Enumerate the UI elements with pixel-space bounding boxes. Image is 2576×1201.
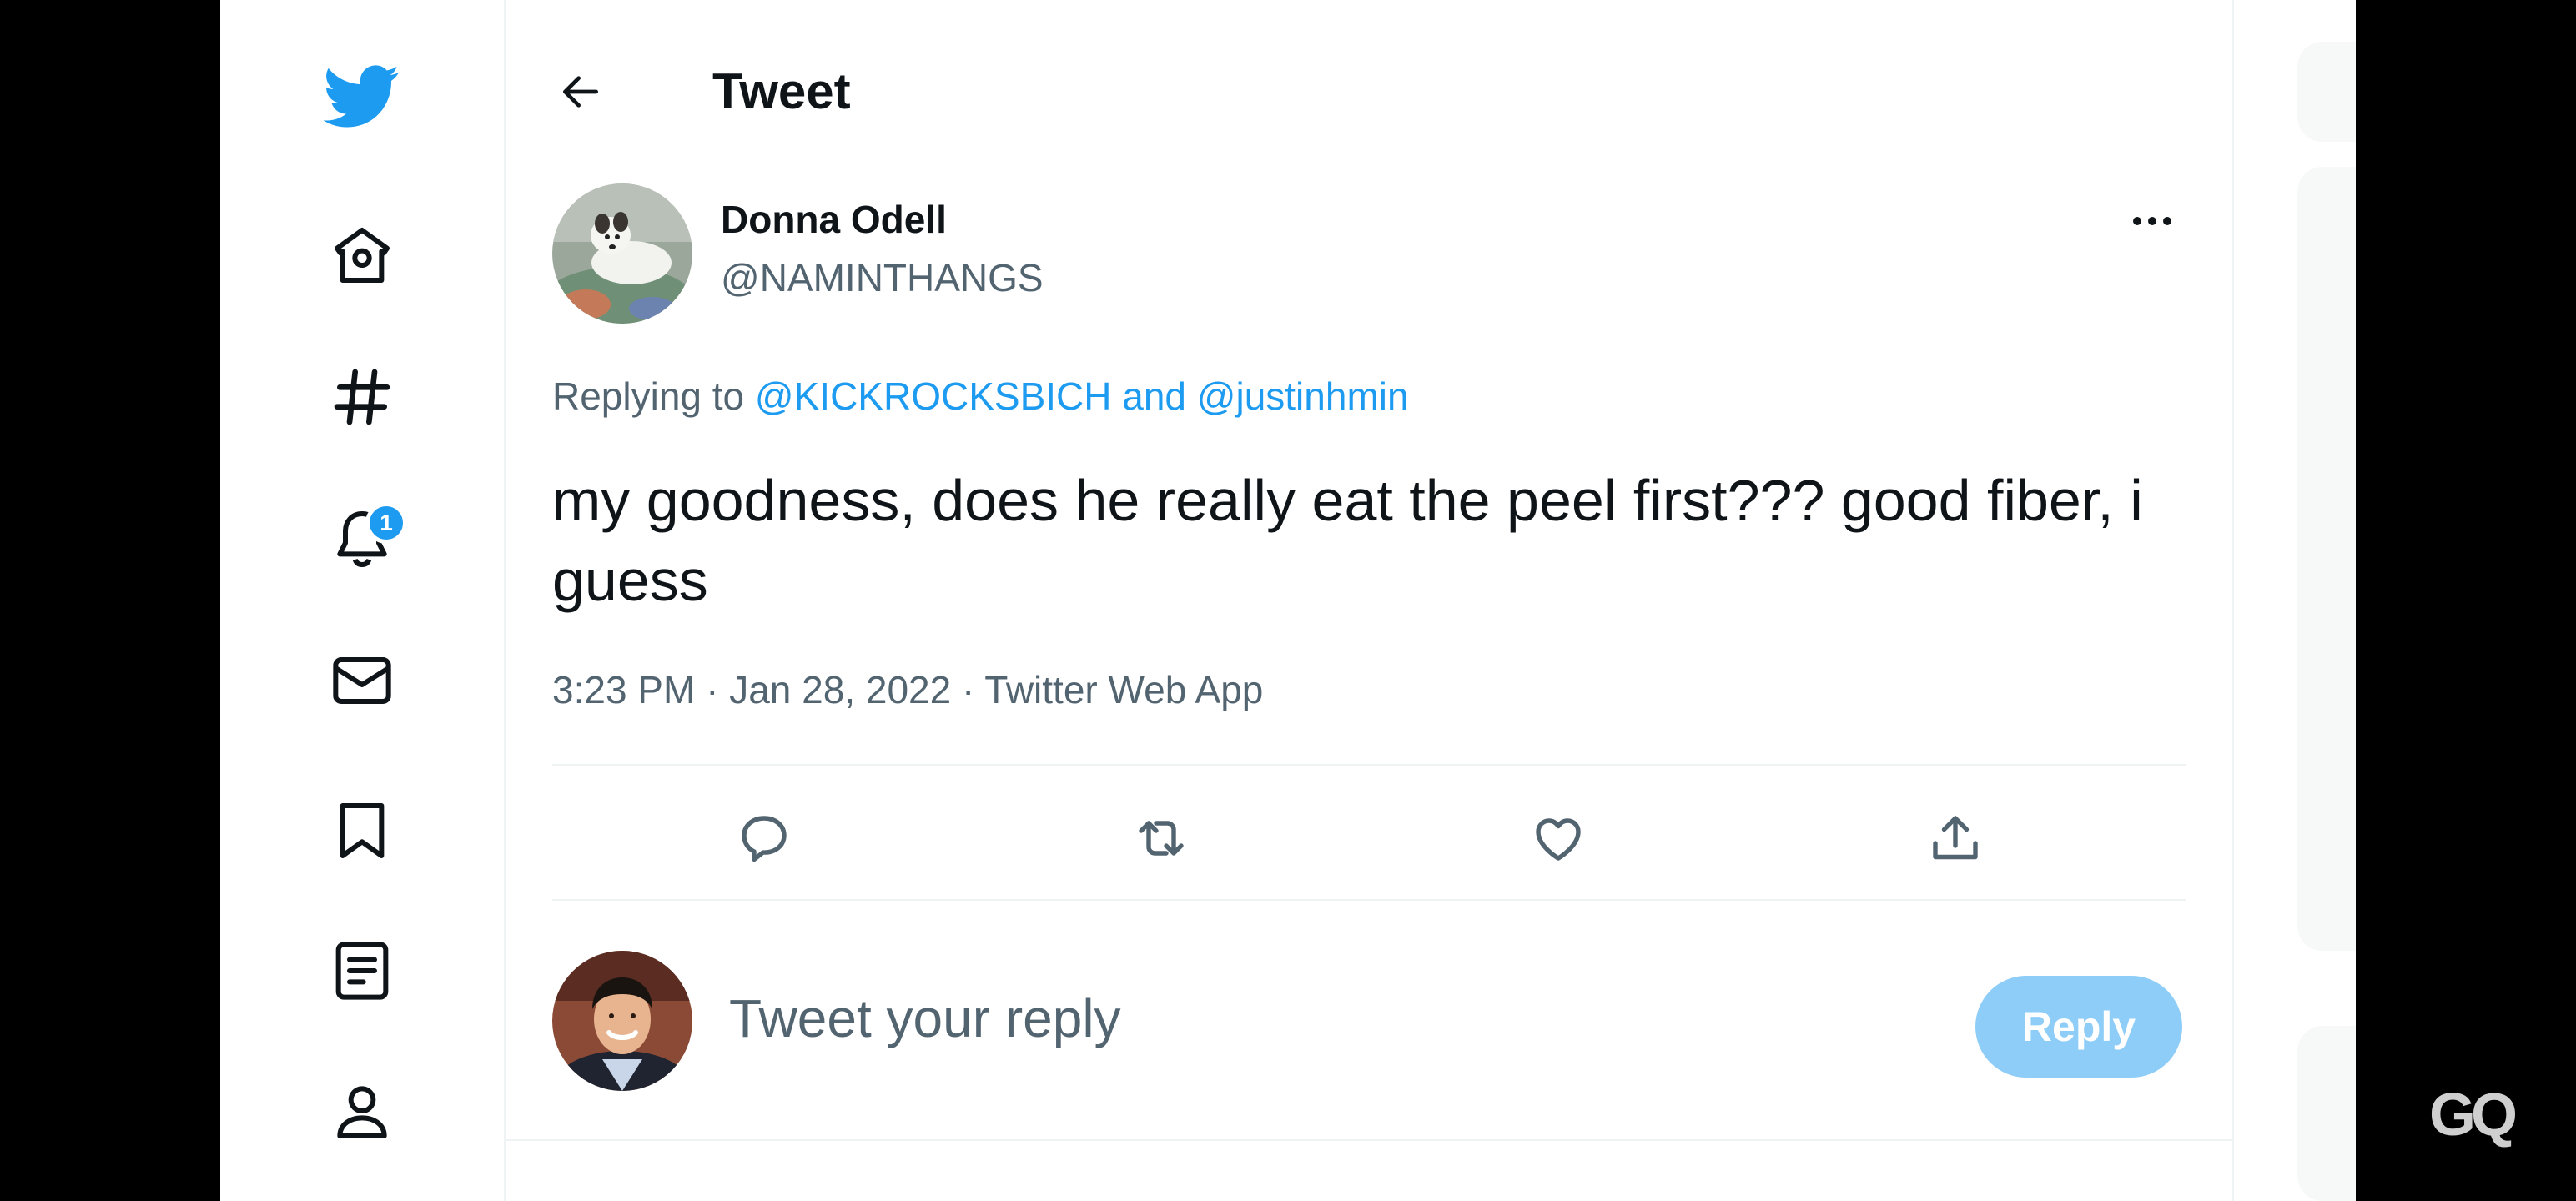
reply-button[interactable]: Reply <box>1975 976 2182 1078</box>
notification-badge: 1 <box>365 502 407 544</box>
divider <box>552 764 2186 766</box>
notifications-bell-icon[interactable]: 1 <box>312 489 412 589</box>
divider <box>506 1139 2232 1141</box>
gq-watermark: GQ <box>2429 1082 2518 1148</box>
home-icon[interactable] <box>312 205 412 305</box>
reply-icon[interactable] <box>722 796 806 880</box>
lists-icon[interactable] <box>312 921 412 1021</box>
replying-and[interactable]: and <box>1122 374 1186 418</box>
mention-link[interactable]: @KICKROCKSBICH <box>755 374 1112 418</box>
share-icon[interactable] <box>1914 796 1997 880</box>
user-avatar[interactable] <box>552 951 692 1091</box>
meta-separator: · <box>706 668 719 711</box>
tweet-detail-column: Tweet Donna Odell @NAMINTHANGS Replying … <box>504 0 2234 1201</box>
tweet-source: Twitter Web App <box>984 668 1264 711</box>
back-arrow-icon[interactable] <box>547 58 614 125</box>
bookmark-icon[interactable] <box>312 781 412 881</box>
tweet-time[interactable]: 3:23 PM <box>552 668 695 711</box>
replying-to-line: Replying to @KICKROCKSBICH and @justinhm… <box>552 374 1409 419</box>
profile-icon[interactable] <box>312 1061 412 1161</box>
divider <box>552 899 2186 901</box>
sidebar-card-edge <box>2297 167 2356 951</box>
page-title: Tweet <box>712 63 851 119</box>
tweet-meta: 3:23 PM · Jan 28, 2022 · Twitter Web App <box>552 667 1263 712</box>
search-field-edge[interactable] <box>2297 42 2356 142</box>
like-heart-icon[interactable] <box>1517 796 1600 880</box>
replying-prefix: Replying to <box>552 374 745 418</box>
mention-link[interactable]: @justinhmin <box>1197 374 1409 418</box>
tweet-actions <box>552 776 2186 901</box>
tweet-text: my goodness, does he really eat the peel… <box>552 468 2143 613</box>
author-avatar[interactable] <box>552 183 692 324</box>
sidebar-card-edge <box>2297 1026 2356 1201</box>
app-frame: 1 Tweet Donna Odell @NAMINTHANGS Replyin… <box>220 0 2356 1201</box>
messages-envelope-icon[interactable] <box>312 631 412 731</box>
explore-hashtag-icon[interactable] <box>312 347 412 447</box>
author-name[interactable]: Donna Odell <box>721 197 947 242</box>
sidebar-nav: 1 <box>220 0 504 1201</box>
meta-separator: · <box>962 668 975 711</box>
top-bar: Tweet <box>506 33 2232 150</box>
more-options-icon[interactable] <box>2119 200 2186 242</box>
twitter-logo-icon[interactable] <box>312 47 412 147</box>
author-handle[interactable]: @NAMINTHANGS <box>721 255 1044 300</box>
retweet-icon[interactable] <box>1119 796 1203 880</box>
tweet-date[interactable]: Jan 28, 2022 <box>729 668 951 711</box>
reply-input[interactable] <box>729 987 1730 1049</box>
